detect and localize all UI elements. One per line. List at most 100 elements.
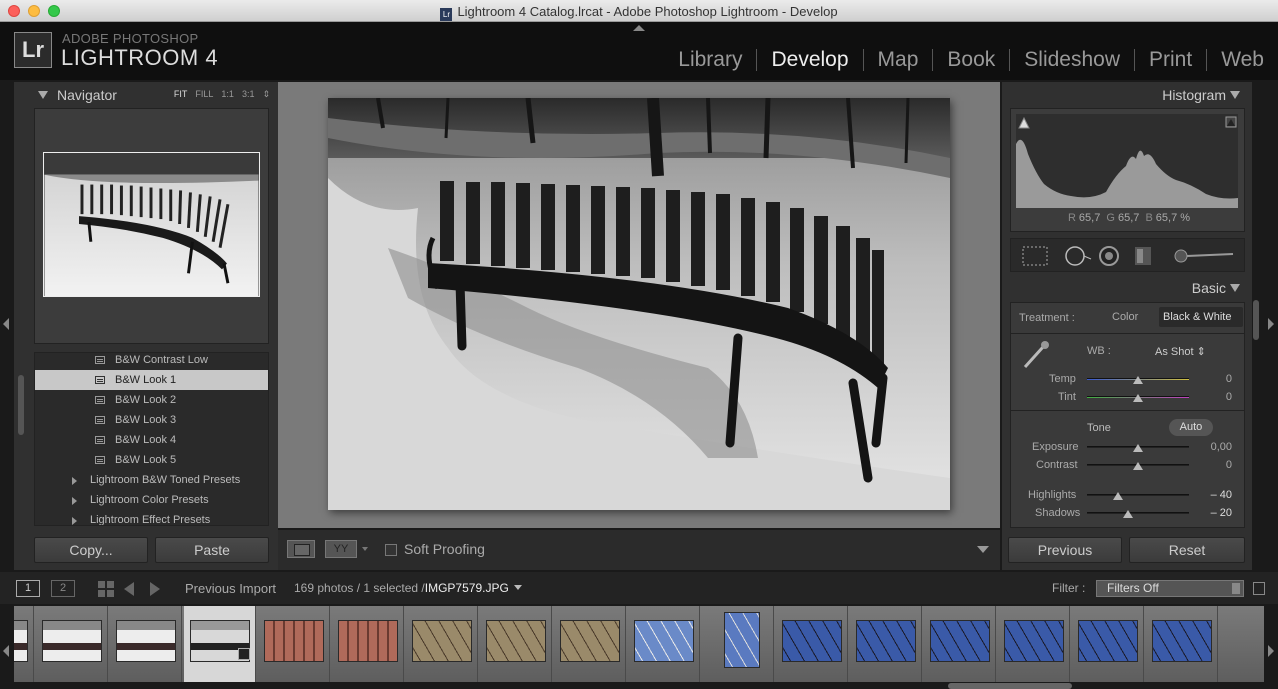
filmstrip-cell[interactable] (258, 606, 330, 682)
preset-item[interactable]: B&W Look 5 (35, 450, 268, 470)
filmstrip-cell[interactable] (14, 606, 34, 682)
preset-item[interactable]: B&W Contrast Low (35, 353, 268, 370)
tint-slider-knob[interactable] (1133, 394, 1143, 402)
shadows-value[interactable]: – 20 (1192, 507, 1232, 519)
filter-lock-icon[interactable] (1253, 582, 1265, 595)
zoom-fill[interactable]: FILL (195, 89, 213, 100)
filmstrip-thumbnail[interactable] (264, 620, 324, 662)
shadows-slider-track[interactable] (1087, 512, 1189, 514)
basic-header[interactable]: Basic (1002, 278, 1252, 298)
filmstrip-left-toggle-arrow[interactable] (3, 645, 9, 657)
filmstrip-cell[interactable] (36, 606, 108, 682)
contrast-value[interactable]: 0 (1192, 459, 1232, 471)
spot-removal-icon[interactable] (1065, 246, 1092, 266)
zoom-stepper-icon[interactable]: ⇕ (262, 89, 270, 100)
filmstrip-thumbnail[interactable] (856, 620, 916, 662)
toolbar-content-dropdown-icon[interactable] (977, 546, 989, 553)
left-panel-scrollbar[interactable] (18, 375, 24, 435)
filmstrip-count[interactable]: 169 photos / 1 selected /IMGP7579.JPG (294, 581, 522, 595)
left-panel-toggle-arrow[interactable] (3, 318, 9, 330)
preset-folder[interactable]: Lightroom B&W Toned Presets (35, 470, 268, 490)
top-panel-toggle-arrow[interactable] (633, 25, 645, 31)
filmstrip-thumbnail[interactable] (486, 620, 546, 662)
filmstrip-thumbnail[interactable] (634, 620, 694, 662)
filmstrip-thumbnail[interactable] (1078, 620, 1138, 662)
zoom-3-1[interactable]: 3:1 (242, 89, 255, 100)
module-web[interactable]: Web (1206, 49, 1278, 71)
filmstrip-thumbnail[interactable] (1152, 620, 1212, 662)
filmstrip-thumbnail[interactable] (116, 620, 176, 662)
back-arrow-icon[interactable] (124, 582, 134, 596)
preset-folder[interactable]: Lightroom Effect Presets (35, 510, 268, 525)
treatment-bw-option[interactable]: Black & White (1163, 311, 1231, 323)
exposure-value[interactable]: 0,00 (1192, 441, 1232, 453)
red-eye-icon[interactable] (1099, 246, 1119, 266)
module-map[interactable]: Map (862, 49, 933, 71)
preset-item[interactable]: B&W Look 3 (35, 410, 268, 430)
filmstrip-cell[interactable] (628, 606, 700, 682)
filmstrip-cell[interactable] (554, 606, 626, 682)
histogram-header[interactable]: Histogram (1002, 84, 1252, 106)
preset-item[interactable]: B&W Look 4 (35, 430, 268, 450)
filmstrip-cell[interactable] (480, 606, 552, 682)
navigator-preview-image[interactable] (43, 152, 260, 297)
filmstrip-thumbnail[interactable] (338, 620, 398, 662)
filmstrip-right-toggle-arrow[interactable] (1268, 645, 1274, 657)
module-library[interactable]: Library (664, 49, 756, 71)
secondary-window-button[interactable]: 2 (51, 580, 75, 597)
filmstrip-thumbnail[interactable] (782, 620, 842, 662)
module-develop[interactable]: Develop (756, 49, 862, 71)
crop-overlay-icon[interactable] (1022, 246, 1048, 266)
filmstrip-cell[interactable] (332, 606, 404, 682)
histogram-graph[interactable] (1016, 114, 1238, 208)
highlights-slider-knob[interactable] (1112, 492, 1123, 500)
grid-view-icon[interactable] (98, 581, 114, 597)
wb-dropdown[interactable]: As Shot ⇕ (1155, 345, 1206, 358)
filmstrip-thumbnail[interactable] (412, 620, 472, 662)
filmstrip-cell[interactable] (184, 606, 256, 682)
contrast-slider-knob[interactable] (1133, 462, 1143, 470)
exposure-slider-knob[interactable] (1133, 444, 1143, 452)
reset-button[interactable]: Reset (1129, 537, 1245, 563)
filmstrip-thumbnail[interactable] (1004, 620, 1064, 662)
module-print[interactable]: Print (1134, 49, 1206, 71)
copy-settings-button[interactable]: Copy... (34, 537, 148, 563)
shadows-slider-knob[interactable] (1122, 510, 1133, 518)
highlights-value[interactable]: – 40 (1192, 489, 1232, 501)
module-slideshow[interactable]: Slideshow (1009, 49, 1134, 71)
filmstrip-cell[interactable] (1146, 606, 1218, 682)
filter-select[interactable]: Filters Off (1096, 580, 1244, 597)
preset-item[interactable]: B&W Look 2 (35, 390, 268, 410)
previous-settings-button[interactable]: Previous (1008, 537, 1122, 563)
filmstrip-thumbnail[interactable] (724, 612, 760, 668)
filmstrip-thumbnail[interactable] (930, 620, 990, 662)
navigator-header[interactable]: Navigator FIT FILL 1:1 3:1 ⇕ (22, 84, 270, 106)
right-panel-scrollbar[interactable] (1253, 300, 1259, 340)
filmstrip-thumbnail[interactable] (560, 620, 620, 662)
filmstrip-cell[interactable] (1072, 606, 1144, 682)
filmstrip-thumbnail[interactable] (42, 620, 102, 662)
filmstrip-cell[interactable] (406, 606, 478, 682)
before-after-dropdown-icon[interactable] (362, 547, 368, 551)
main-window-button[interactable]: 1 (16, 580, 40, 597)
tint-value[interactable]: 0 (1192, 391, 1232, 403)
module-book[interactable]: Book (932, 49, 1009, 71)
preset-folder[interactable]: Lightroom Color Presets (35, 490, 268, 510)
filmstrip-scrollbar[interactable] (948, 683, 1072, 689)
treatment-color-option[interactable]: Color (1112, 311, 1138, 323)
loupe-view-button[interactable] (287, 540, 315, 558)
temp-slider-knob[interactable] (1133, 376, 1143, 384)
auto-tone-button[interactable]: Auto (1169, 419, 1213, 436)
zoom-1-1[interactable]: 1:1 (221, 89, 234, 100)
main-photo[interactable] (328, 98, 950, 510)
graduated-filter-icon[interactable] (1135, 247, 1151, 265)
forward-arrow-icon[interactable] (150, 582, 160, 596)
filmstrip-cell[interactable] (776, 606, 848, 682)
temp-value[interactable]: 0 (1192, 373, 1232, 385)
right-panel-toggle-arrow[interactable] (1268, 318, 1274, 330)
filmstrip-cell[interactable] (702, 606, 774, 682)
filmstrip-cell[interactable] (850, 606, 922, 682)
before-after-button[interactable]: YY (325, 540, 357, 558)
filmstrip-thumbnail[interactable] (14, 620, 28, 662)
filmstrip-cell[interactable] (110, 606, 182, 682)
